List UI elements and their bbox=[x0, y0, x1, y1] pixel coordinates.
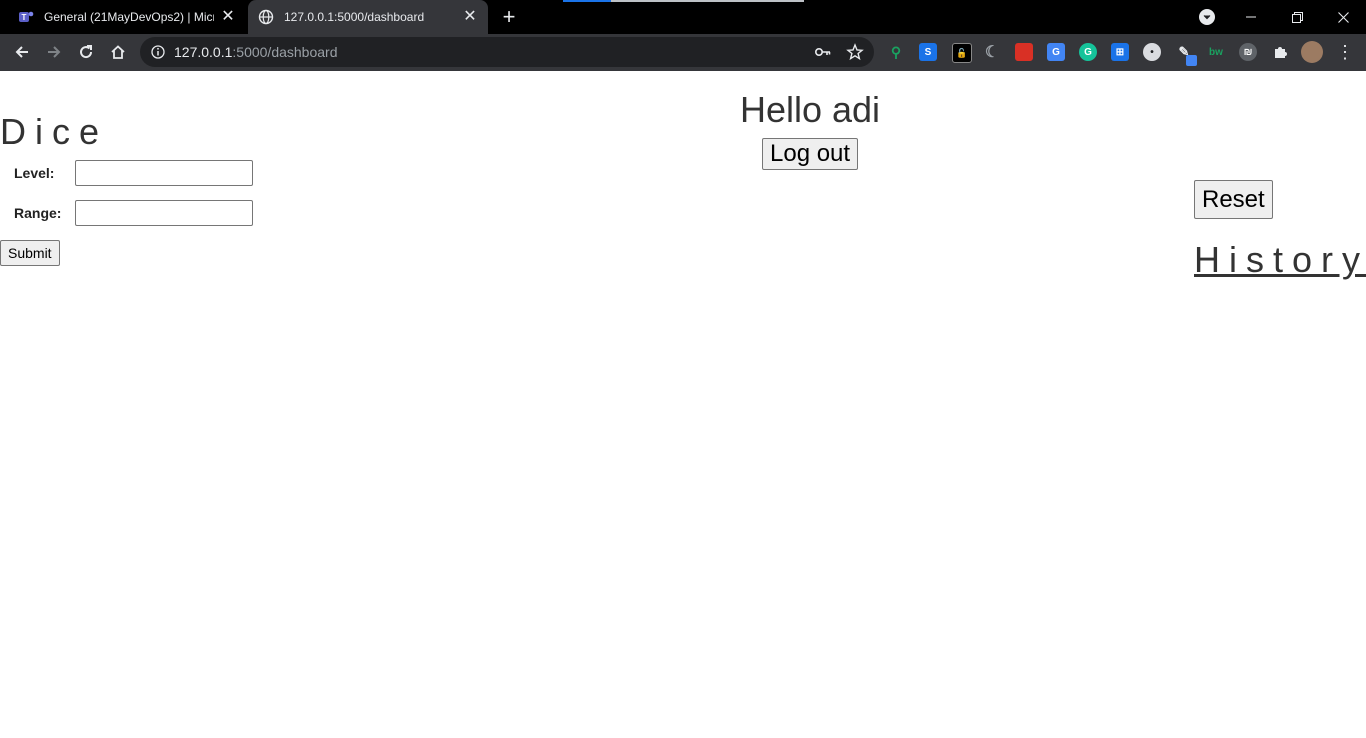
logout-button[interactable]: Log out bbox=[762, 138, 859, 170]
tab-teams[interactable]: T General (21MayDevOps2) | Micro ✕ bbox=[8, 0, 246, 34]
reload-icon[interactable] bbox=[72, 38, 100, 66]
dashboard-page: Dice Level: Range: Submit Hello adi Log … bbox=[0, 71, 1366, 738]
omnibox-actions bbox=[814, 43, 864, 64]
url-host: 127.0.0.1 bbox=[174, 44, 233, 60]
forward-icon[interactable] bbox=[40, 38, 68, 66]
google-translate-icon[interactable]: G bbox=[1047, 43, 1065, 61]
greeting: Hello adi bbox=[739, 89, 881, 130]
browser-chrome: T General (21MayDevOps2) | Micro ✕ 127.0… bbox=[0, 0, 1366, 71]
reset-button[interactable]: Reset bbox=[1194, 180, 1273, 219]
history-link[interactable]: History bbox=[1194, 239, 1366, 281]
loading-indicator bbox=[563, 0, 611, 2]
svg-text:T: T bbox=[22, 13, 27, 22]
home-icon[interactable] bbox=[104, 38, 132, 66]
circle-extension-icon[interactable]: • bbox=[1143, 43, 1161, 61]
close-icon[interactable]: ✕ bbox=[462, 9, 478, 25]
level-row: Level: bbox=[14, 160, 253, 186]
level-input[interactable] bbox=[75, 160, 253, 186]
browser-toolbar: 127.0.0.1:5000/dashboard ⚲ S 🔓 ☾ G G ⊞ •… bbox=[0, 34, 1366, 71]
keeper-icon[interactable]: ⚲ bbox=[887, 43, 905, 61]
translate-box-icon[interactable]: ⊞ bbox=[1111, 43, 1129, 61]
minimize-icon[interactable] bbox=[1228, 0, 1274, 34]
puzzle-icon[interactable] bbox=[1271, 43, 1289, 61]
tab-dashboard[interactable]: 127.0.0.1:5000/dashboard ✕ bbox=[248, 0, 488, 34]
book-extension-icon[interactable] bbox=[1015, 43, 1033, 61]
bw-extension-icon[interactable]: bw bbox=[1207, 43, 1225, 61]
submit-button[interactable]: Submit bbox=[0, 240, 60, 266]
s-extension-icon[interactable]: S bbox=[919, 43, 937, 61]
grey-circle-extension-icon[interactable]: ₪ bbox=[1239, 43, 1257, 61]
address-bar[interactable]: 127.0.0.1:5000/dashboard bbox=[140, 37, 874, 67]
tab-title: General (21MayDevOps2) | Micro bbox=[44, 10, 214, 24]
new-tab-button[interactable]: + bbox=[498, 5, 520, 29]
dark-mode-icon[interactable]: ☾ bbox=[983, 43, 1001, 61]
menu-icon[interactable]: ⋮ bbox=[1336, 40, 1354, 64]
restore-icon[interactable] bbox=[1274, 0, 1320, 34]
tab-strip: T General (21MayDevOps2) | Micro ✕ 127.0… bbox=[0, 0, 1366, 34]
range-label: Range: bbox=[14, 205, 62, 221]
close-icon[interactable]: ✕ bbox=[220, 9, 236, 25]
close-window-icon[interactable] bbox=[1320, 0, 1366, 34]
range-row: Range: bbox=[14, 200, 253, 226]
key-icon[interactable] bbox=[814, 43, 832, 64]
url-text: 127.0.0.1:5000/dashboard bbox=[174, 44, 337, 60]
back-icon[interactable] bbox=[8, 38, 36, 66]
avatar[interactable] bbox=[1301, 41, 1323, 63]
globe-icon bbox=[258, 9, 274, 25]
tab-search-icon[interactable] bbox=[1199, 9, 1215, 25]
page-title: Dice bbox=[0, 111, 109, 152]
grammarly-icon[interactable]: G bbox=[1079, 43, 1097, 61]
teams-icon: T bbox=[18, 9, 34, 25]
badge-icon bbox=[1186, 55, 1197, 66]
star-icon[interactable] bbox=[846, 43, 864, 64]
tab-title: 127.0.0.1:5000/dashboard bbox=[284, 10, 425, 24]
site-info-icon[interactable] bbox=[150, 44, 166, 60]
lock-extension-icon[interactable]: 🔓 bbox=[952, 43, 972, 63]
loading-indicator-track bbox=[611, 0, 804, 2]
range-input[interactable] bbox=[75, 200, 253, 226]
url-path: :5000/dashboard bbox=[232, 44, 338, 60]
level-label: Level: bbox=[14, 165, 55, 181]
